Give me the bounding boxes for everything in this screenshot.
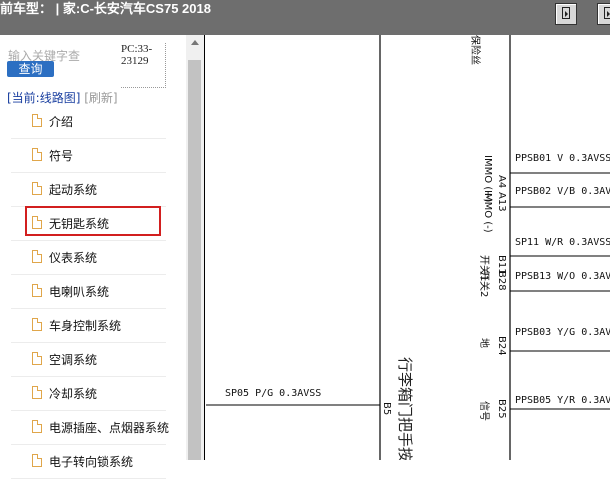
- sidebar-scrollbar[interactable]: [186, 35, 204, 460]
- search-button[interactable]: 查询: [7, 61, 54, 77]
- document-icon: [32, 420, 42, 433]
- tree-item-symbols[interactable]: 符号: [11, 139, 166, 173]
- document-icon: [32, 114, 42, 127]
- pc-info-line2: 23129: [121, 55, 149, 67]
- wire-label: SP05 P/G 0.3AVSS: [225, 388, 322, 399]
- pin-note: 地: [478, 338, 489, 348]
- nav-icon: [604, 7, 610, 19]
- tree-item-label: 起动系统: [49, 183, 98, 197]
- document-icon: [32, 318, 42, 331]
- tree-item-body-control-system[interactable]: 车身控制系统: [11, 309, 166, 343]
- nav-button[interactable]: [597, 3, 610, 25]
- document-icon: [32, 352, 42, 365]
- document-icon: [32, 386, 42, 399]
- tree-item-label: 电子转向锁系统: [49, 455, 134, 469]
- tree-item-steering-lock-system[interactable]: 电子转向锁系统: [11, 445, 166, 479]
- document-icon: [32, 454, 42, 467]
- connector-id: B5: [381, 402, 392, 416]
- tree-item-label: 车身控制系统: [49, 319, 122, 333]
- wire-label: PPSB05 Y/R 0.3AVS: [515, 395, 610, 406]
- wire-label: PPSB03 Y/G 0.3AVS: [515, 327, 610, 338]
- scroll-thumb[interactable]: [188, 60, 201, 460]
- document-icon: [32, 148, 42, 161]
- breadcrumb-current[interactable]: 线路图]: [40, 91, 81, 105]
- panel-toggle-icon: [562, 7, 570, 19]
- scroll-up-arrow-icon[interactable]: [191, 40, 199, 45]
- wiring-diagram[interactable]: PPSB01 V 0.3AVSS PPSB02 V/B 0.3AVS SP11 …: [204, 35, 610, 460]
- tree-item-intro[interactable]: 介绍: [11, 105, 166, 139]
- tree-item-label: 冷却系统: [49, 387, 98, 401]
- pc-info: PC:33- 23129: [121, 43, 166, 88]
- document-icon: [32, 250, 42, 263]
- tree-item-instrument-system[interactable]: 仪表系统: [11, 241, 166, 275]
- breadcrumb-open: [当前:: [7, 91, 40, 105]
- pin-note: IMMO (-): [482, 190, 493, 233]
- pin-label: B28: [496, 271, 507, 291]
- tree-item-label: 空调系统: [49, 353, 98, 367]
- tree-item-label: 介绍: [49, 115, 74, 129]
- tree-item-label: 仪表系统: [49, 251, 98, 265]
- tree-item-cooling-system[interactable]: 冷却系统: [11, 377, 166, 411]
- tree-item-power-outlet-system[interactable]: 电源插座、点烟器系统: [11, 411, 170, 445]
- fuse-label: 保险丝: [469, 35, 480, 65]
- tree-item-ac-system[interactable]: 空调系统: [11, 343, 166, 377]
- sidebar: 输入关键字查 查询 PC:33- 23129 [当前:线路图] [刷新] 介绍 …: [0, 35, 204, 479]
- tree-item-label: 电喇叭系统: [49, 285, 110, 299]
- selection-highlight: [25, 206, 161, 236]
- pc-info-line1: PC:33-: [121, 43, 153, 55]
- pin-label: A4: [496, 175, 507, 189]
- pin-note: 开关2: [478, 271, 489, 298]
- title-bar: 前车型： | 家:C-长安汽车CS75 2018: [0, 0, 610, 35]
- wire-label: PPSB13 W/O 0.3AVS: [515, 271, 610, 282]
- tree-item-label: 符号: [49, 149, 74, 163]
- component-name: 行李箱门把手按钮: [396, 357, 414, 460]
- wire-label: PPSB02 V/B 0.3AVS: [515, 186, 610, 197]
- wire-label: PPSB01 V 0.3AVSS: [515, 153, 610, 164]
- pin-note: 信号: [478, 401, 489, 421]
- tree-item-label: 电源插座、点烟器系统: [49, 421, 170, 435]
- document-icon: [32, 182, 42, 195]
- tree-item-horn-system[interactable]: 电喇叭系统: [11, 275, 166, 309]
- tree-item-starting-system[interactable]: 起动系统: [11, 173, 166, 207]
- wire-label: SP11 W/R 0.3AVSS: [515, 237, 610, 248]
- pin-label: B25: [496, 399, 507, 419]
- breadcrumb: [当前:线路图] [刷新]: [7, 89, 118, 106]
- document-icon: [32, 284, 42, 297]
- pin-label: A13: [496, 192, 507, 212]
- vehicle-model-title: 前车型： | 家:C-长安汽车CS75 2018: [0, 1, 211, 16]
- toggle-panel-button[interactable]: [555, 3, 577, 25]
- refresh-link[interactable]: [刷新]: [84, 91, 117, 105]
- pin-label: B24: [496, 336, 507, 356]
